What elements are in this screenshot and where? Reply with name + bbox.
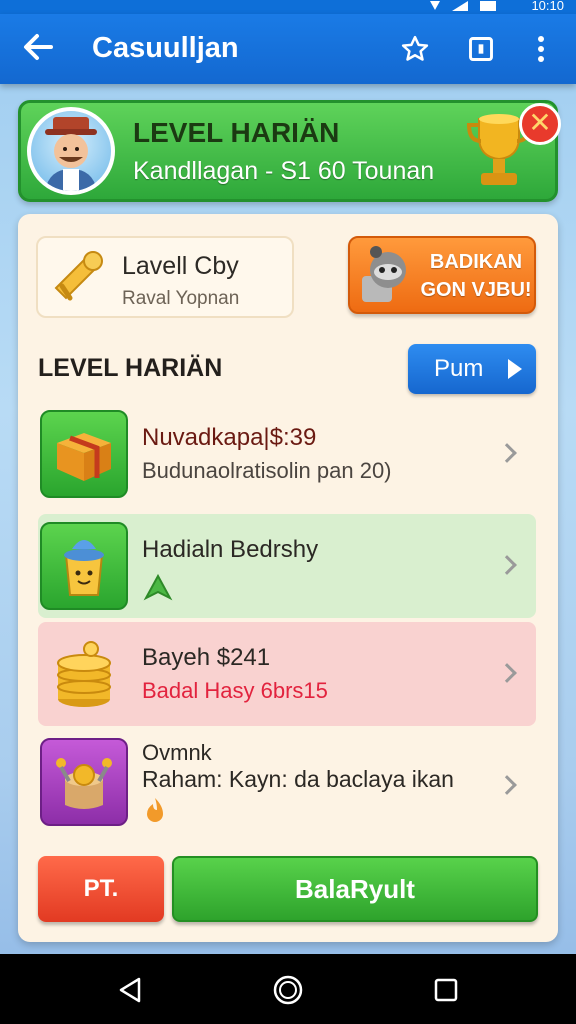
wifi-icon xyxy=(430,1,440,10)
flame-icon xyxy=(144,796,166,824)
coin-stack-icon xyxy=(40,630,128,718)
claim-line2: GON VJBU! xyxy=(420,279,532,301)
row-subtitle: Badal Hasy 6brs15 xyxy=(142,678,328,703)
list-item[interactable]: Hadialn Bedrshy xyxy=(38,514,536,618)
system-nav-bar xyxy=(0,954,576,1024)
level-info-card[interactable]: Lavell Cby Raval Yopnan xyxy=(36,236,294,318)
status-time: 10:10 xyxy=(531,0,564,13)
row-subtitle: Budunaolratisolin pan 20) xyxy=(142,458,392,483)
app-title: Casuulljan xyxy=(92,32,239,64)
chevron-right-icon xyxy=(497,555,517,575)
hero-title: LEVEL HARIÄN xyxy=(133,117,340,148)
nav-back-icon[interactable] xyxy=(112,972,148,1008)
square-icon[interactable] xyxy=(464,32,498,66)
list-item[interactable]: Nuvadkapa|$:39 Budunaolratisolin pan 20) xyxy=(38,402,536,506)
claim-gift-button[interactable]: BADIKAN GON VJBU! xyxy=(348,236,536,314)
chevron-right-icon xyxy=(497,443,517,463)
hero-subtitle: Kandllagan - S1 60 Tounan xyxy=(133,157,435,185)
row-title: Bayeh $241 xyxy=(142,644,271,671)
section-title: LEVEL HARIÄN xyxy=(38,354,223,382)
play-button-label: Pum xyxy=(434,355,484,382)
raccoon-icon xyxy=(358,246,412,306)
level-info-subtitle: Raval Yopnan xyxy=(122,288,240,309)
close-badge-icon[interactable]: ✕ xyxy=(519,103,561,145)
level-info-title: Lavell Cby xyxy=(122,252,239,280)
avatar xyxy=(27,107,115,195)
play-button[interactable]: Pum xyxy=(408,344,536,394)
list-item[interactable]: Ovmnk Raham: Kayn: da baclaya ikan xyxy=(38,730,536,834)
nav-home-icon[interactable] xyxy=(270,972,306,1008)
status-bar: 10:10 xyxy=(0,0,576,14)
row-title: Nuvadkapa|$:39 xyxy=(142,424,317,451)
honey-pot-icon xyxy=(40,522,128,610)
row-subtitle: Raham: Kayn: da baclaya ikan xyxy=(142,766,454,792)
pt-button[interactable]: PT. xyxy=(38,856,164,922)
chevron-right-icon xyxy=(497,775,517,795)
daily-level-banner[interactable]: LEVEL HARIÄN Kandllagan - S1 60 Tounan ✕ xyxy=(18,100,561,202)
star-icon[interactable] xyxy=(398,32,432,66)
money-bag-icon xyxy=(40,738,128,826)
app-bar: Casuulljan xyxy=(0,14,576,84)
signal-icon xyxy=(452,1,468,11)
horn-icon xyxy=(48,248,106,306)
row-title: Ovmnk xyxy=(142,740,212,765)
main-card: Lavell Cby Raval Yopnan BADIKAN GON VJBU… xyxy=(18,214,558,942)
more-vert-icon[interactable] xyxy=(524,32,558,66)
play-arrow-icon xyxy=(508,359,522,379)
battery-icon xyxy=(480,1,496,11)
confirm-button[interactable]: BalaRyult xyxy=(172,856,538,922)
gift-box-icon xyxy=(40,410,128,498)
list-item[interactable]: Bayeh $241 Badal Hasy 6brs15 xyxy=(38,622,536,726)
back-arrow-icon[interactable] xyxy=(20,30,56,66)
claim-line1: BADIKAN xyxy=(429,251,523,273)
row-title: Hadialn Bedrshy xyxy=(142,536,319,563)
leaf-icon xyxy=(142,573,174,602)
nav-recents-icon[interactable] xyxy=(428,972,464,1008)
chevron-right-icon xyxy=(497,663,517,683)
